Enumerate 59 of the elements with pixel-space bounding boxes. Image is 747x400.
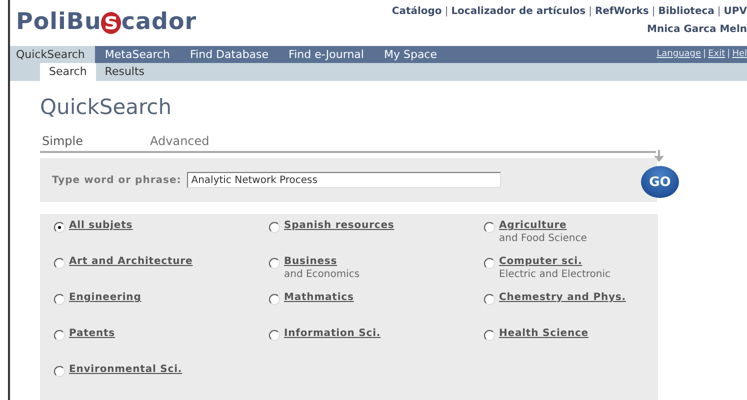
radio-button[interactable] [54,222,65,233]
nav-tab[interactable]: QuickSearch [10,46,95,63]
radio-button[interactable] [269,330,280,341]
header-link[interactable]: Catálogo [392,6,442,17]
page-title: QuickSearch [40,95,173,121]
separator-text: | [727,48,730,61]
nav-link[interactable]: Language [656,46,702,63]
sub-tab[interactable]: Results [96,63,154,81]
nav-link[interactable]: Hel [732,46,747,63]
arrow-icon [654,150,664,162]
separator-text: | [652,6,656,17]
subject-link[interactable]: Computer sci. [499,256,611,267]
subject-link[interactable]: Agriculture [499,220,587,231]
radio-button[interactable] [269,294,280,305]
subject-link[interactable]: Spanish resources [284,220,394,231]
radio-button[interactable] [484,222,495,233]
nav-tab[interactable]: My Space [374,46,448,63]
go-button[interactable]: GO [641,166,679,198]
radio-button[interactable] [484,258,495,269]
separator-text: | [717,6,721,17]
separator-text: | [444,6,448,17]
subject-link[interactable]: Health Science [499,328,588,339]
subject-link[interactable]: Environmental Sci. [69,364,182,375]
logo: PoliBu s cador [15,8,197,35]
sub-tab[interactable]: Search [40,63,96,81]
mode-tab[interactable]: Advanced [148,134,256,151]
subject-link[interactable]: Chemestry and Phys. [499,292,626,303]
subject-link[interactable]: Business [284,256,360,267]
header-link[interactable]: Biblioteca [658,6,714,17]
radio-button[interactable] [484,330,495,341]
subject-note: and Food Science [499,233,587,244]
radio-button[interactable] [54,258,65,269]
subject-link[interactable]: Information Sci. [284,328,381,339]
radio-button[interactable] [54,330,65,341]
radio-button[interactable] [269,222,280,233]
header-link[interactable]: Localizador de artículos [451,6,586,17]
radio-button[interactable] [269,258,280,269]
nav-tab[interactable]: MetaSearch [94,46,180,63]
subject-link[interactable]: Patents [69,328,116,339]
separator-text: | [588,6,592,17]
user-name: Mnica Garca Meln [647,24,747,35]
nav-tab[interactable]: Find Database [180,46,279,63]
nav-tab[interactable]: Find e-Journal [278,46,374,63]
radio-button[interactable] [54,366,65,377]
subject-link[interactable]: Art and Architecture [69,256,193,267]
subject-note: and Economics [284,269,360,280]
search-field[interactable]: Analytic Network Process [187,172,502,188]
header-link[interactable]: UPV [724,6,747,17]
nav-link[interactable]: Exit [708,46,726,63]
radio-button[interactable] [54,294,65,305]
subject-link[interactable]: Mathmatics [284,292,354,303]
search-label: Type word or phrase: [52,174,182,186]
mode-tab[interactable]: Simple [40,134,148,151]
subject-link[interactable]: All subjets [69,220,133,231]
separator-text: | [703,48,706,61]
subject-link[interactable]: Engineering [69,292,142,303]
subject-note: Electric and Electronic [499,269,611,280]
header-link[interactable]: RefWorks [594,6,649,17]
radio-button[interactable] [484,294,495,305]
